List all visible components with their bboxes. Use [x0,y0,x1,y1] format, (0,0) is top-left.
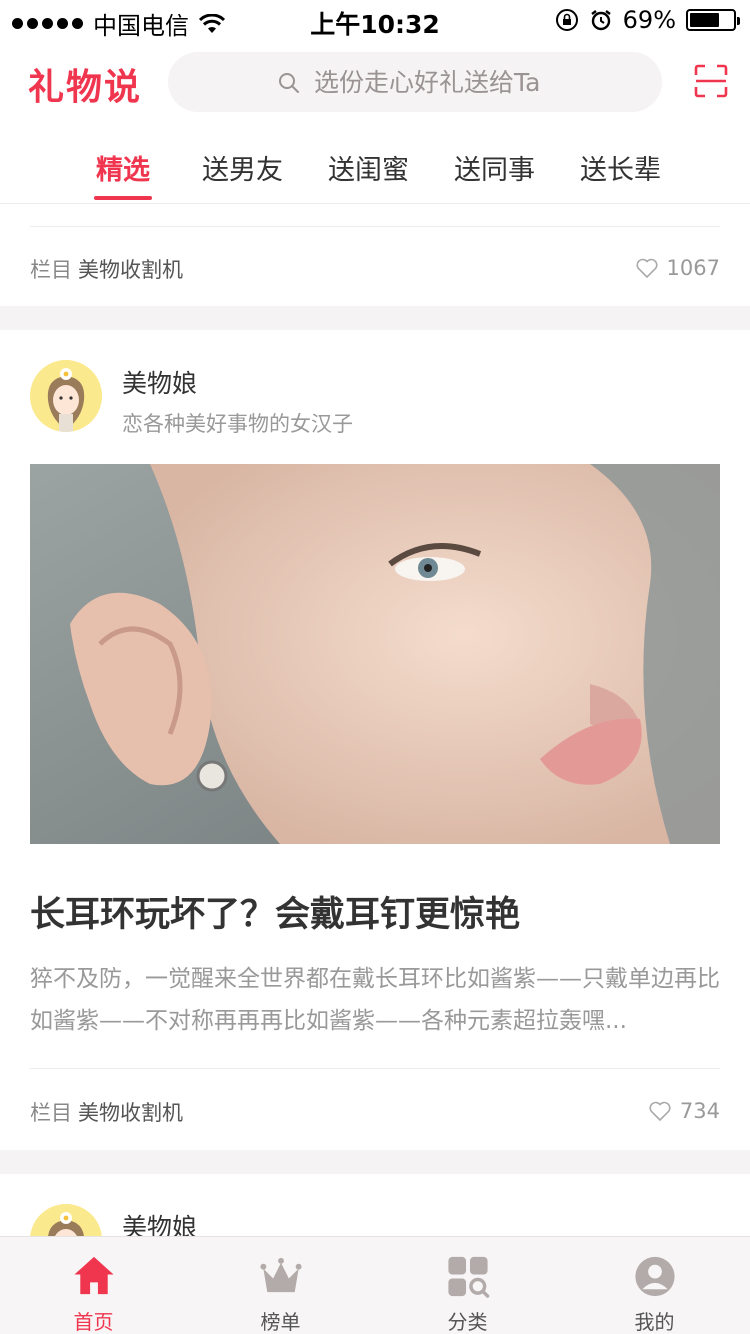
divider [30,226,720,227]
tabbar-home[interactable]: 首页 [0,1237,187,1334]
tabbar-profile-label: 我的 [634,1310,675,1334]
scan-icon[interactable] [694,64,728,98]
like-button[interactable]: 734 [648,1099,720,1123]
battery-icon [686,9,740,31]
battery-level [690,13,719,27]
category-icon [447,1256,489,1298]
column-prefix: 栏目 [30,258,72,282]
column-name: 美物收割机 [78,1101,183,1125]
search-icon [279,73,299,93]
like-button[interactable]: 1067 [635,256,720,280]
like-count: 1067 [666,256,720,280]
search-bar[interactable] [168,52,662,112]
article-summary: 猝不及防，一觉醒来全世界都在戴长耳环比如酱紫——只戴单边再比如酱紫——不对称再再… [30,966,720,1034]
heart-icon [649,1101,671,1122]
status-bar: 中国电信 上午10:32 69% [0,0,750,40]
tabbar-ranking-label: 榜单 [260,1310,301,1334]
status-left: 中国电信 [12,6,225,41]
article-cover-image[interactable] [30,464,720,844]
tabbar-category[interactable]: 分类 [374,1237,561,1334]
divider [30,1068,720,1069]
section-gap [0,306,750,330]
author-bio: 恋各种美好事物的女汉子 [122,412,353,436]
tab-featured[interactable]: 精选 [96,148,150,187]
app-header: 礼物说 [0,52,750,112]
column-label[interactable]: 栏目 美物收割机 [30,1097,183,1127]
bottom-tab-bar: 首页 榜单 分类 我的 [0,1236,750,1334]
tabbar-profile[interactable]: 我的 [561,1237,748,1334]
home-icon [73,1256,114,1295]
crown-icon [259,1257,302,1293]
battery-percent: 69% [622,6,676,34]
author-info[interactable]: 美物娘 恋各种美好事物的女汉子 [30,360,353,438]
rotation-lock-icon [555,9,578,31]
author-text: 美物娘 恋各种美好事物的女汉子 [122,360,353,438]
tab-boyfriend[interactable]: 送男友 [202,148,283,187]
app-logo: 礼物说 [28,67,143,108]
heart-icon [636,258,658,279]
tab-colleague[interactable]: 送同事 [454,148,535,187]
tabbar-ranking[interactable]: 榜单 [187,1237,374,1334]
active-tab-indicator [94,196,152,200]
tab-bestie[interactable]: 送闺蜜 [328,148,409,187]
carrier-name: 中国电信 [93,12,189,40]
article-title[interactable]: 长耳环玩坏了？会戴耳钉更惊艳 [30,886,520,937]
column-prefix: 栏目 [30,1101,72,1125]
tab-elders[interactable]: 送长辈 [580,148,661,187]
avatar[interactable] [30,360,102,432]
alarm-icon [590,10,611,31]
tabbar-home-label: 首页 [73,1310,114,1334]
column-name: 美物收割机 [78,258,183,282]
search-input[interactable] [314,67,614,97]
signal-icon [12,18,83,29]
cover-photo [30,464,720,844]
wifi-icon [199,13,225,33]
tabbar-category-label: 分类 [447,1310,488,1334]
like-count: 734 [679,1099,720,1123]
status-right: 69% [555,6,740,34]
category-tabs: 精选 送男友 送闺蜜 送同事 送长辈 [0,134,750,204]
profile-icon [634,1256,675,1297]
section-gap [0,1150,750,1174]
avatar-illustration [30,360,102,432]
author-name[interactable]: 美物娘 [122,364,353,400]
column-label[interactable]: 栏目 美物收割机 [30,254,183,284]
